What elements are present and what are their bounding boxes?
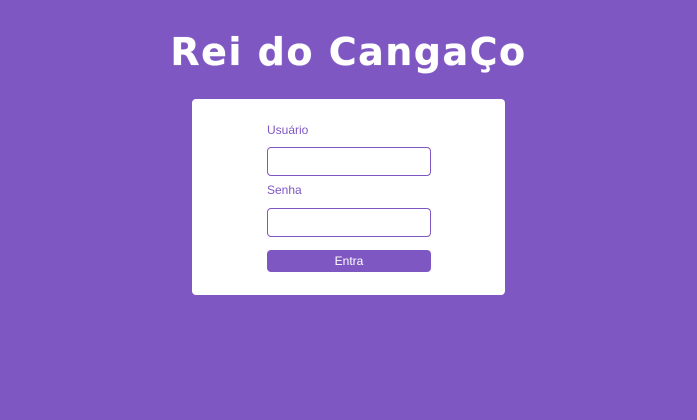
login-submit-button[interactable]: Entra (267, 250, 431, 272)
login-form: Usuário Senha Entra (267, 123, 431, 272)
page-title: Rei do CangaÇo (170, 30, 527, 74)
username-label: Usuário (267, 123, 309, 137)
username-input[interactable] (267, 147, 431, 176)
password-input[interactable] (267, 208, 431, 237)
login-card: Usuário Senha Entra (192, 99, 505, 295)
password-label: Senha (267, 183, 302, 197)
